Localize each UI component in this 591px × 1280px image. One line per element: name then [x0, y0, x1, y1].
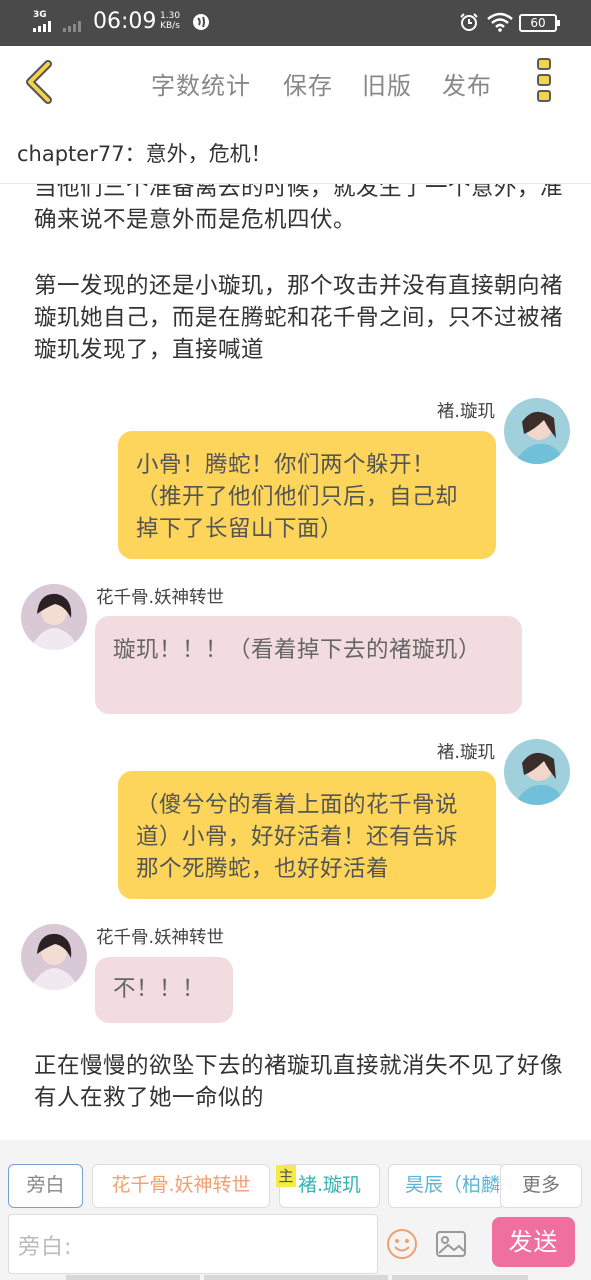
avatar[interactable]	[21, 924, 87, 990]
word-count-button[interactable]: 字数统计	[151, 66, 251, 101]
nav-bar-segment	[66, 1275, 200, 1280]
speed-unit: KB/s	[160, 21, 180, 31]
message-bubble[interactable]: 小骨！腾蛇！你们两个躲开！（推开了他们他们只后，自己却掉下了长留山下面）	[118, 431, 496, 559]
avatar[interactable]	[504, 739, 570, 805]
message-bubble[interactable]: （傻兮兮的看着上面的花千骨说道）小骨，好好活着！还有告诉那个死腾蛇，也好好活着	[118, 771, 496, 899]
globe-icon	[193, 14, 209, 30]
send-button[interactable]: 发送	[492, 1217, 575, 1267]
role-chip-huaqiangu[interactable]: 花千骨.妖神转世	[92, 1164, 270, 1208]
more-roles-button[interactable]: 更多	[500, 1164, 582, 1208]
speed-value: 1.30	[160, 11, 181, 21]
emoji-icon[interactable]	[386, 1228, 418, 1260]
publish-button[interactable]: 发布	[442, 66, 492, 101]
chevron-left-icon[interactable]	[18, 60, 62, 104]
image-icon[interactable]	[435, 1229, 467, 1259]
network-type: 3G	[33, 10, 47, 20]
story-content[interactable]: 当他们三个准备离去的时候，就发生了一个意外，准确来说不是意外而是危机四伏。 第一…	[0, 184, 591, 1140]
main-role-badge: 主	[276, 1165, 296, 1187]
narration-paragraph[interactable]: 正在慢慢的欲坠下去的褚璇玑直接就消失不见了好像有人在救了她一命似的	[34, 1050, 564, 1114]
status-bar: 3G 06:09 1.30 KB/s 60	[0, 0, 591, 46]
input-placeholder: 旁白:	[18, 1235, 73, 1260]
wifi-icon	[487, 12, 513, 32]
speaker-name: 花千骨.妖神转世	[96, 928, 225, 948]
save-button[interactable]: 保存	[283, 66, 333, 101]
speaker-name: 花千骨.妖神转世	[96, 588, 225, 608]
message-bubble[interactable]: 璇玑！！！（看着掉下去的褚璇玑）	[95, 616, 522, 714]
battery-indicator: 60	[519, 14, 560, 32]
network-speed: 1.30 KB/s	[160, 11, 180, 31]
role-chip-haochen[interactable]: 昊辰（柏麟	[388, 1164, 504, 1208]
speaker-name: 褚.璇玑	[436, 402, 495, 422]
narration-paragraph[interactable]: 第一发现的还是小璇玑，那个攻击并没有直接朝向褚璇玑她自己，而是在腾蛇和花千骨之间…	[34, 270, 564, 366]
clock: 06:09	[93, 9, 157, 34]
nav-bar-segment	[204, 1275, 388, 1280]
role-chip-narrator[interactable]: 旁白	[8, 1164, 83, 1208]
speaker-name: 褚.璇玑	[436, 743, 495, 763]
old-version-button[interactable]: 旧版	[362, 66, 412, 101]
nav-bar-segment	[392, 1275, 528, 1280]
editor-toolbar: 字数统计 保存 旧版 发布	[0, 46, 591, 120]
message-input[interactable]: 旁白:	[8, 1214, 378, 1274]
message-bubble[interactable]: 不！！！	[95, 957, 233, 1023]
avatar[interactable]	[21, 584, 87, 650]
chapter-title[interactable]: chapter77：意外，危机！	[17, 138, 272, 168]
narration-paragraph[interactable]: 当他们三个准备离去的时候，就发生了一个意外，准确来说不是意外而是危机四伏。	[34, 184, 564, 236]
avatar[interactable]	[504, 398, 570, 464]
more-vertical-icon[interactable]	[530, 58, 558, 108]
alarm-icon	[460, 13, 478, 31]
signal-icon	[33, 21, 81, 32]
